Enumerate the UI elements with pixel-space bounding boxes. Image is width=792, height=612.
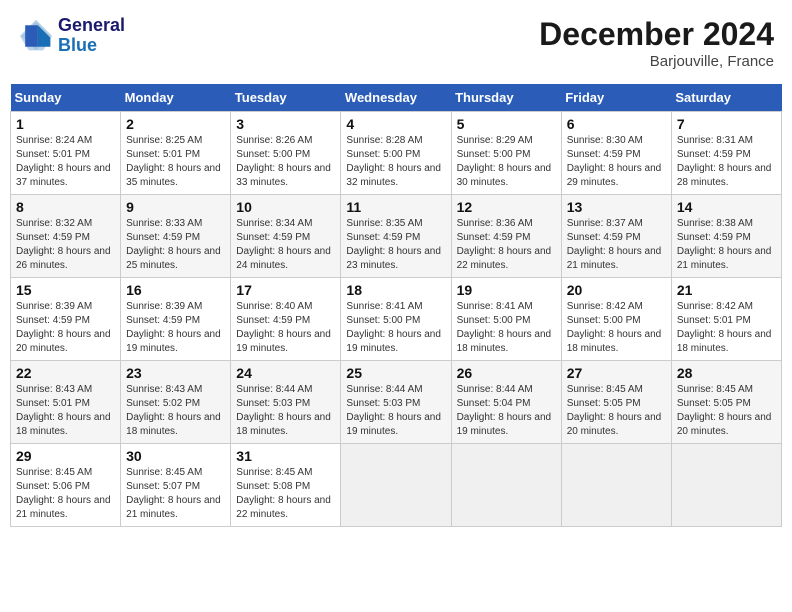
table-row: 1Sunrise: 8:24 AMSunset: 5:01 PMDaylight…	[11, 112, 121, 195]
table-row: 20Sunrise: 8:42 AMSunset: 5:00 PMDayligh…	[561, 278, 671, 361]
table-row: 23Sunrise: 8:43 AMSunset: 5:02 PMDayligh…	[121, 361, 231, 444]
calendar-week-2: 15Sunrise: 8:39 AMSunset: 4:59 PMDayligh…	[11, 278, 782, 361]
table-row: 12Sunrise: 8:36 AMSunset: 4:59 PMDayligh…	[451, 195, 561, 278]
table-row: 27Sunrise: 8:45 AMSunset: 5:05 PMDayligh…	[561, 361, 671, 444]
table-row: 31Sunrise: 8:45 AMSunset: 5:08 PMDayligh…	[231, 444, 341, 527]
day-header-wednesday: Wednesday	[341, 84, 451, 112]
table-row	[561, 444, 671, 527]
title-area: December 2024 Barjouville, France	[539, 16, 774, 70]
table-row: 6Sunrise: 8:30 AMSunset: 4:59 PMDaylight…	[561, 112, 671, 195]
calendar-week-3: 22Sunrise: 8:43 AMSunset: 5:01 PMDayligh…	[11, 361, 782, 444]
table-row: 13Sunrise: 8:37 AMSunset: 4:59 PMDayligh…	[561, 195, 671, 278]
table-row: 9Sunrise: 8:33 AMSunset: 4:59 PMDaylight…	[121, 195, 231, 278]
table-row: 14Sunrise: 8:38 AMSunset: 4:59 PMDayligh…	[671, 195, 781, 278]
table-row: 17Sunrise: 8:40 AMSunset: 4:59 PMDayligh…	[231, 278, 341, 361]
day-header-saturday: Saturday	[671, 84, 781, 112]
logo: General Blue	[18, 16, 125, 56]
table-row: 16Sunrise: 8:39 AMSunset: 4:59 PMDayligh…	[121, 278, 231, 361]
table-row: 7Sunrise: 8:31 AMSunset: 4:59 PMDaylight…	[671, 112, 781, 195]
table-row: 22Sunrise: 8:43 AMSunset: 5:01 PMDayligh…	[11, 361, 121, 444]
day-header-friday: Friday	[561, 84, 671, 112]
month-title: December 2024	[539, 16, 774, 53]
logo-icon	[18, 18, 54, 54]
table-row: 4Sunrise: 8:28 AMSunset: 5:00 PMDaylight…	[341, 112, 451, 195]
table-row: 25Sunrise: 8:44 AMSunset: 5:03 PMDayligh…	[341, 361, 451, 444]
table-row: 30Sunrise: 8:45 AMSunset: 5:07 PMDayligh…	[121, 444, 231, 527]
table-row: 5Sunrise: 8:29 AMSunset: 5:00 PMDaylight…	[451, 112, 561, 195]
table-row: 26Sunrise: 8:44 AMSunset: 5:04 PMDayligh…	[451, 361, 561, 444]
table-row	[451, 444, 561, 527]
day-header-monday: Monday	[121, 84, 231, 112]
table-row: 15Sunrise: 8:39 AMSunset: 4:59 PMDayligh…	[11, 278, 121, 361]
table-row: 21Sunrise: 8:42 AMSunset: 5:01 PMDayligh…	[671, 278, 781, 361]
day-header-thursday: Thursday	[451, 84, 561, 112]
location-title: Barjouville, France	[539, 53, 774, 70]
header-row: SundayMondayTuesdayWednesdayThursdayFrid…	[11, 84, 782, 112]
page-header: General Blue December 2024 Barjouville, …	[10, 10, 782, 76]
table-row: 19Sunrise: 8:41 AMSunset: 5:00 PMDayligh…	[451, 278, 561, 361]
table-row: 8Sunrise: 8:32 AMSunset: 4:59 PMDaylight…	[11, 195, 121, 278]
logo-text: General Blue	[58, 16, 125, 56]
day-header-sunday: Sunday	[11, 84, 121, 112]
calendar-week-0: 1Sunrise: 8:24 AMSunset: 5:01 PMDaylight…	[11, 112, 782, 195]
calendar-table: SundayMondayTuesdayWednesdayThursdayFrid…	[10, 84, 782, 527]
calendar-week-1: 8Sunrise: 8:32 AMSunset: 4:59 PMDaylight…	[11, 195, 782, 278]
table-row: 18Sunrise: 8:41 AMSunset: 5:00 PMDayligh…	[341, 278, 451, 361]
day-header-tuesday: Tuesday	[231, 84, 341, 112]
table-row: 29Sunrise: 8:45 AMSunset: 5:06 PMDayligh…	[11, 444, 121, 527]
calendar-week-4: 29Sunrise: 8:45 AMSunset: 5:06 PMDayligh…	[11, 444, 782, 527]
table-row: 11Sunrise: 8:35 AMSunset: 4:59 PMDayligh…	[341, 195, 451, 278]
table-row	[341, 444, 451, 527]
table-row: 10Sunrise: 8:34 AMSunset: 4:59 PMDayligh…	[231, 195, 341, 278]
table-row: 24Sunrise: 8:44 AMSunset: 5:03 PMDayligh…	[231, 361, 341, 444]
table-row	[671, 444, 781, 527]
table-row: 2Sunrise: 8:25 AMSunset: 5:01 PMDaylight…	[121, 112, 231, 195]
table-row: 28Sunrise: 8:45 AMSunset: 5:05 PMDayligh…	[671, 361, 781, 444]
table-row: 3Sunrise: 8:26 AMSunset: 5:00 PMDaylight…	[231, 112, 341, 195]
